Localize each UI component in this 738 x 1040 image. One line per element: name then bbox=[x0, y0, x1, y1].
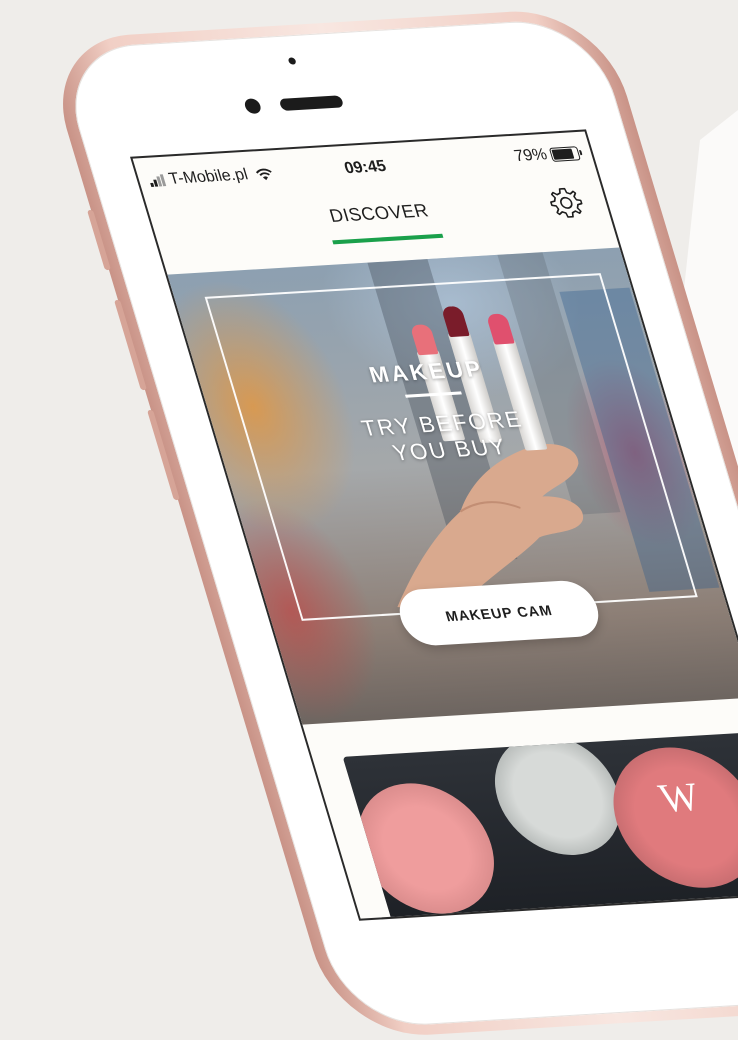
battery-percent: 79% bbox=[512, 146, 550, 166]
makeup-cam-button[interactable]: MAKEUP CAM bbox=[392, 579, 606, 647]
palette-pan bbox=[342, 779, 511, 918]
hero-banner[interactable]: MAKEUP TRY BEFORE YOU BUY MAKEUP CAM bbox=[167, 247, 738, 725]
earpiece-speaker bbox=[278, 95, 345, 111]
app-screen: T-Mobile.pl 09:45 79% DISCOVER MAKEUP TR… bbox=[130, 129, 738, 921]
active-tab-indicator bbox=[332, 233, 444, 245]
battery-icon bbox=[548, 146, 581, 162]
tab-discover[interactable]: DISCOVER bbox=[150, 190, 608, 238]
sensor-dot bbox=[287, 57, 297, 65]
front-camera bbox=[243, 98, 263, 115]
status-right: 79% bbox=[512, 144, 581, 166]
phone-device: T-Mobile.pl 09:45 79% DISCOVER MAKEUP TR… bbox=[40, 6, 738, 1040]
phone-face: T-Mobile.pl 09:45 79% DISCOVER MAKEUP TR… bbox=[55, 17, 738, 1030]
palette-pan bbox=[479, 732, 636, 859]
palette-card[interactable]: W bbox=[342, 732, 738, 921]
